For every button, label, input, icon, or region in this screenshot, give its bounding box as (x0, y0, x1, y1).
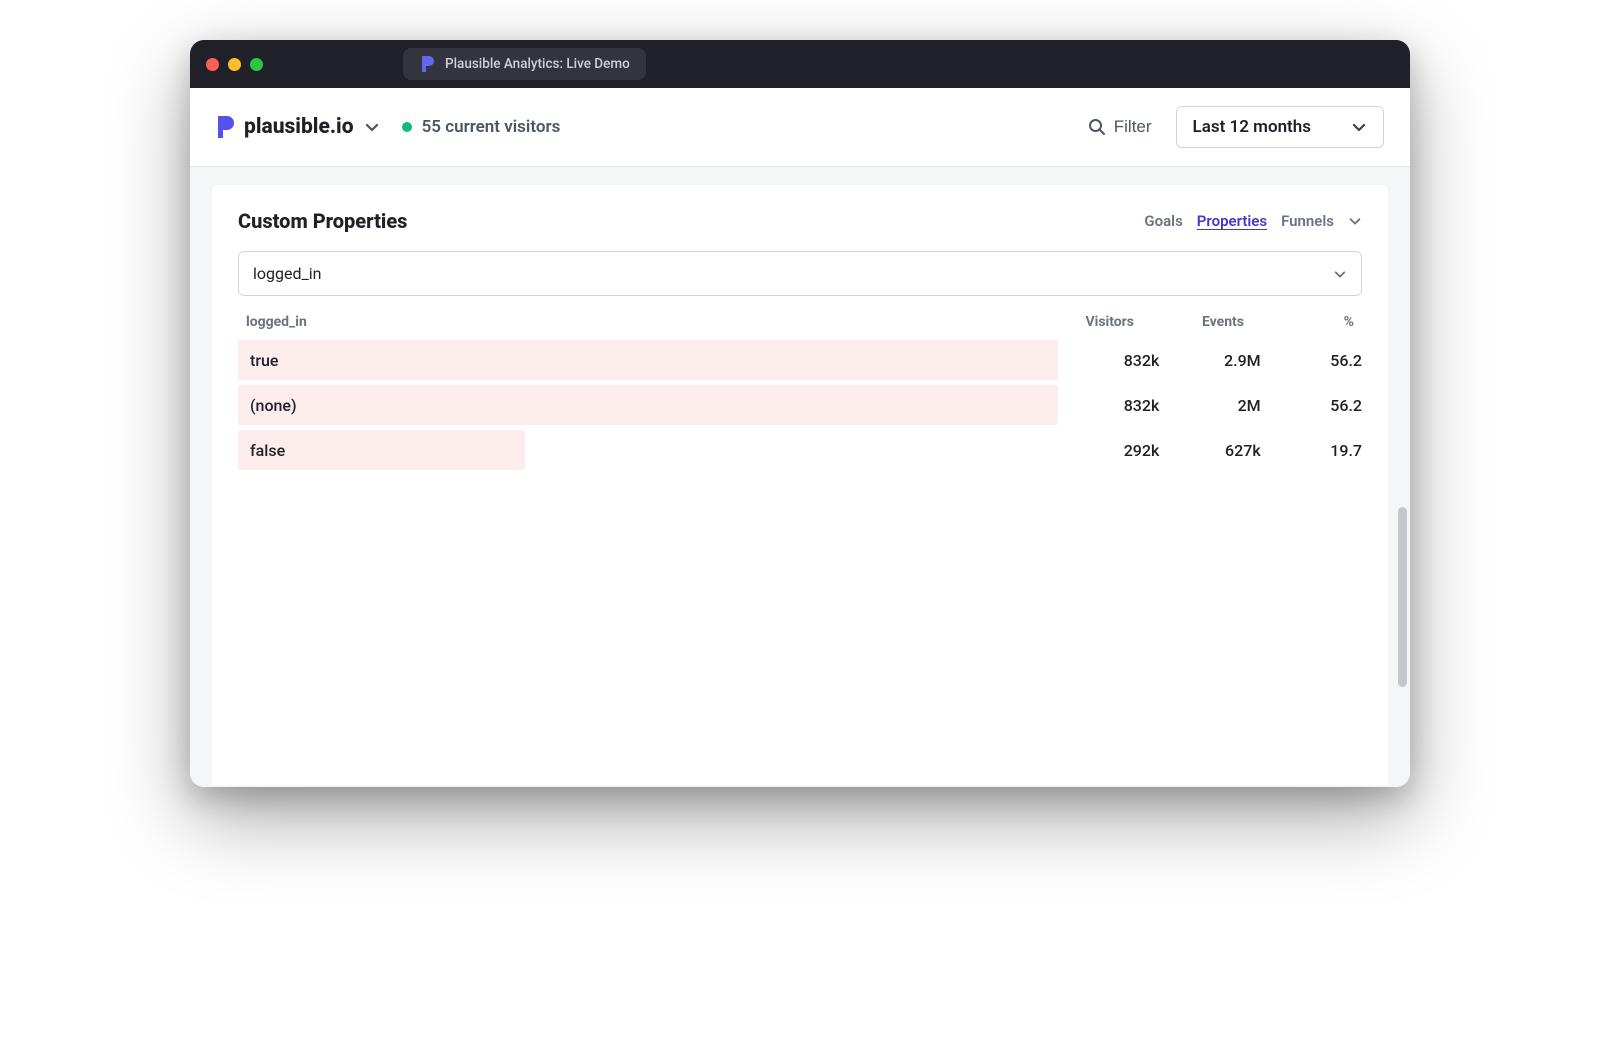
titlebar: Plausible Analytics: Live Demo (190, 40, 1410, 88)
minimize-window-button[interactable] (228, 58, 241, 71)
column-label: logged_in (246, 314, 1024, 330)
row-percent: 19.7 (1261, 441, 1362, 460)
property-select[interactable]: logged_in (238, 251, 1362, 296)
tab-properties[interactable]: Properties (1197, 212, 1267, 230)
period-selector[interactable]: Last 12 months (1176, 106, 1384, 148)
row-visitors: 292k (1058, 441, 1159, 460)
table-body: true832k2.9M56.2(none)832k2M56.2false292… (238, 340, 1362, 470)
plausible-logo-icon (216, 116, 234, 138)
card-tabs: Goals Properties Funnels (1144, 212, 1362, 230)
dashboard-header: plausible.io 55 current visitors Filter … (190, 88, 1410, 167)
property-select-value: logged_in (253, 264, 321, 283)
card-header: Custom Properties Goals Properties Funne… (238, 209, 1362, 233)
row-visitors: 832k (1058, 351, 1159, 370)
chevron-down-icon (1333, 267, 1347, 281)
close-window-button[interactable] (206, 58, 219, 71)
traffic-lights (206, 58, 263, 71)
maximize-window-button[interactable] (250, 58, 263, 71)
live-visitors-text[interactable]: 55 current visitors (422, 117, 561, 137)
tab-goals[interactable]: Goals (1144, 212, 1182, 230)
column-events: Events (1134, 314, 1244, 330)
filter-label: Filter (1114, 117, 1152, 137)
scrollbar[interactable] (1398, 507, 1407, 687)
table-row[interactable]: false292k627k19.7 (238, 430, 1362, 470)
tab-funnels[interactable]: Funnels (1281, 212, 1334, 230)
custom-properties-card: Custom Properties Goals Properties Funne… (212, 185, 1388, 785)
row-label: (none) (238, 396, 1058, 415)
row-bar-area: (none) (238, 385, 1058, 425)
card-title: Custom Properties (238, 209, 407, 233)
site-switcher-chevron-icon[interactable] (364, 119, 380, 135)
plausible-favicon-icon (419, 56, 435, 72)
table-header: logged_in Visitors Events % (238, 310, 1362, 340)
row-percent: 56.2 (1261, 396, 1362, 415)
row-events: 627k (1159, 441, 1260, 460)
filter-button[interactable]: Filter (1078, 111, 1162, 143)
column-percent: % (1244, 314, 1354, 330)
row-bar-area: false (238, 430, 1058, 470)
row-events: 2.9M (1159, 351, 1260, 370)
column-visitors: Visitors (1024, 314, 1134, 330)
browser-tab-title: Plausible Analytics: Live Demo (445, 56, 630, 72)
site-name[interactable]: plausible.io (244, 115, 354, 139)
chevron-down-icon[interactable] (1348, 214, 1362, 228)
browser-tab[interactable]: Plausible Analytics: Live Demo (403, 48, 646, 80)
row-events: 2M (1159, 396, 1260, 415)
row-label: false (238, 441, 1058, 460)
period-label: Last 12 months (1193, 117, 1311, 137)
row-visitors: 832k (1058, 396, 1159, 415)
app-window: Plausible Analytics: Live Demo plausible… (190, 40, 1410, 787)
row-percent: 56.2 (1261, 351, 1362, 370)
table-row[interactable]: (none)832k2M56.2 (238, 385, 1362, 425)
row-label: true (238, 351, 1058, 370)
chevron-down-icon (1351, 119, 1367, 135)
live-indicator-icon (402, 122, 412, 132)
row-bar-area: true (238, 340, 1058, 380)
table-row[interactable]: true832k2.9M56.2 (238, 340, 1362, 380)
dashboard-body: Custom Properties Goals Properties Funne… (190, 167, 1410, 787)
search-icon (1088, 118, 1106, 136)
